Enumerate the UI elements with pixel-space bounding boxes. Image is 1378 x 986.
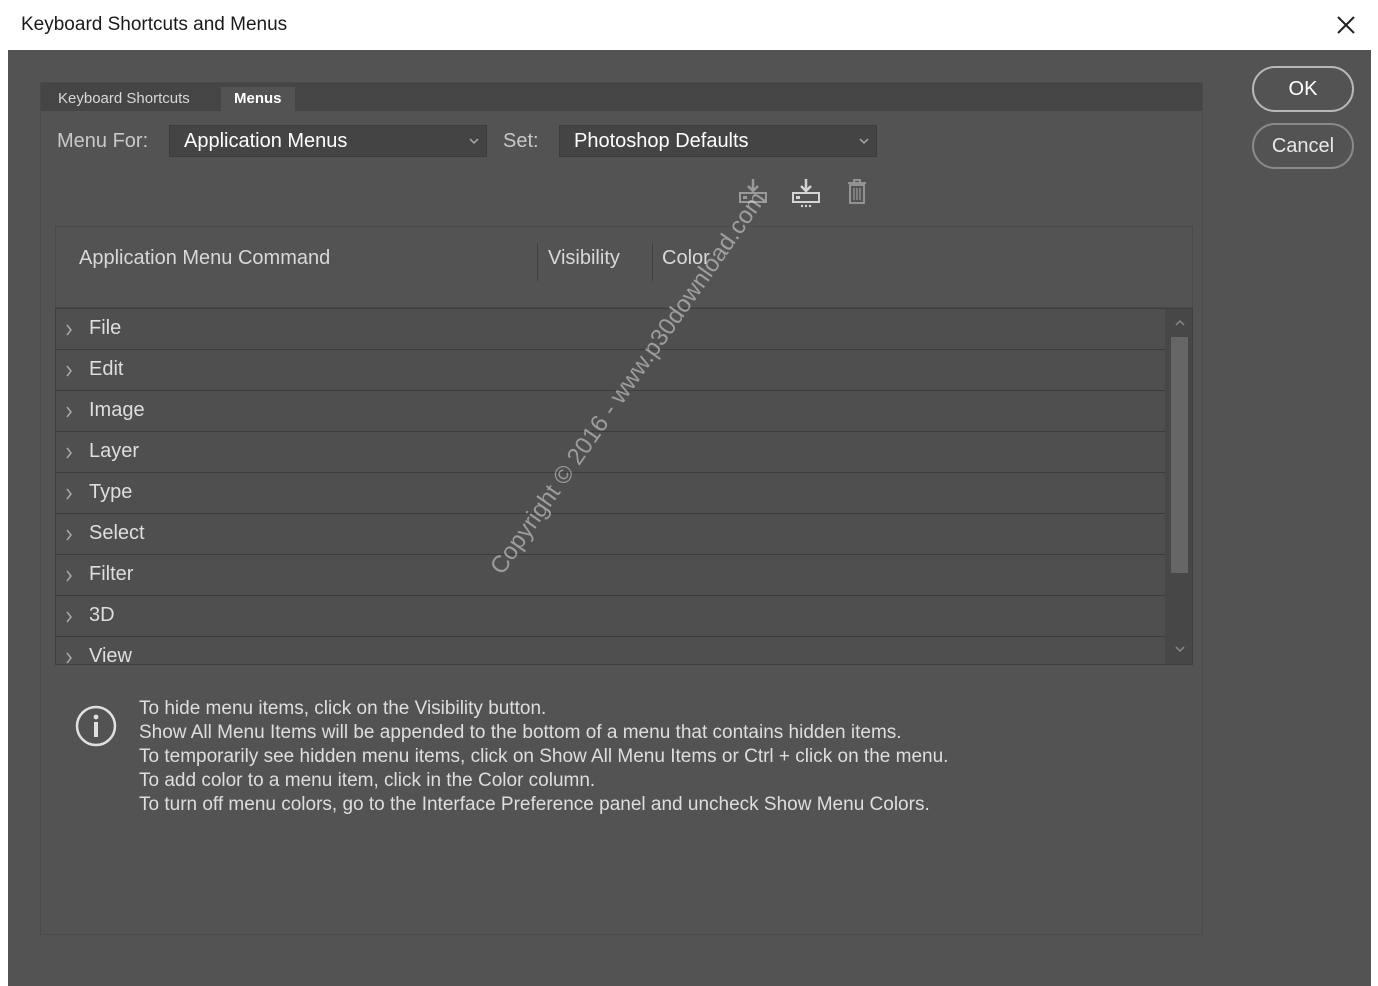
menu-row-label: File xyxy=(89,317,122,339)
close-icon xyxy=(1337,16,1355,34)
column-divider xyxy=(537,243,538,281)
close-button[interactable] xyxy=(1326,6,1366,44)
chevron-right-icon[interactable] xyxy=(64,651,74,665)
chevron-right-icon[interactable] xyxy=(64,364,74,378)
chevron-right-icon[interactable] xyxy=(64,405,74,419)
menu-for-label: Menu For: xyxy=(57,130,149,152)
menu-command-list: File Edit Image Layer Type Select Filter 3D View xyxy=(55,308,1193,665)
info-icon xyxy=(74,704,118,753)
window-title: Keyboard Shortcuts and Menus xyxy=(21,14,288,35)
menu-row-file[interactable]: File xyxy=(56,309,1165,350)
chevron-right-icon[interactable] xyxy=(64,487,74,501)
save-set-button[interactable] xyxy=(737,177,769,210)
tab-strip: Keyboard Shortcuts Menus xyxy=(41,83,1202,111)
menu-rows: File Edit Image Layer Type Select Filter 3D View xyxy=(56,309,1192,665)
scrollbar[interactable] xyxy=(1166,309,1192,664)
tab-keyboard-shortcuts[interactable]: Keyboard Shortcuts xyxy=(45,87,203,111)
info-line: To temporarily see hidden menu items, cl… xyxy=(139,746,949,767)
menu-row-label: 3D xyxy=(89,604,115,626)
chevron-down-icon xyxy=(469,138,479,145)
column-header-color[interactable]: Color xyxy=(662,247,710,270)
save-set-as-icon xyxy=(792,179,820,208)
chevron-right-icon[interactable] xyxy=(64,610,74,624)
chevron-right-icon[interactable] xyxy=(64,569,74,583)
ok-button[interactable]: OK xyxy=(1252,66,1354,112)
settings-panel: Keyboard Shortcuts Menus Menu For: Appli… xyxy=(40,82,1203,935)
menu-row-label: Filter xyxy=(89,563,134,585)
menu-row-select[interactable]: Select xyxy=(56,514,1165,555)
title-bar: Keyboard Shortcuts and Menus xyxy=(0,0,1378,50)
menu-row-type[interactable]: Type xyxy=(56,473,1165,514)
info-line: To add color to a menu item, click in th… xyxy=(139,770,596,791)
chevron-down-icon xyxy=(859,138,869,145)
chevron-up-icon xyxy=(1174,319,1185,326)
menu-row-label: Image xyxy=(89,399,145,421)
info-line: Show All Menu Items will be appended to … xyxy=(139,722,902,743)
column-header-command[interactable]: Application Menu Command xyxy=(79,247,330,270)
menu-row-image[interactable]: Image xyxy=(56,391,1165,432)
menu-row-filter[interactable]: Filter xyxy=(56,555,1165,596)
scroll-down-button[interactable] xyxy=(1166,637,1192,661)
info-line: To hide menu items, click on the Visibil… xyxy=(139,698,547,719)
menu-row-label: View xyxy=(89,645,132,665)
menu-row-label: Layer xyxy=(89,440,140,462)
menu-row-label: Type xyxy=(89,481,133,503)
cancel-button[interactable]: Cancel xyxy=(1252,123,1354,169)
save-set-as-button[interactable] xyxy=(790,177,822,214)
info-text: To hide menu items, click on the Visibil… xyxy=(139,697,948,817)
column-divider xyxy=(652,243,653,281)
save-set-icon xyxy=(739,179,767,203)
info-line: To turn off menu colors, go to the Inter… xyxy=(139,794,930,815)
tab-menus[interactable]: Menus xyxy=(221,87,295,111)
scroll-up-button[interactable] xyxy=(1166,311,1192,335)
delete-set-button[interactable] xyxy=(846,179,868,210)
menu-row-3d[interactable]: 3D xyxy=(56,596,1165,637)
menu-row-view[interactable]: View xyxy=(56,637,1165,665)
column-header-visibility[interactable]: Visibility xyxy=(548,247,620,270)
set-value: Photoshop Defaults xyxy=(574,130,749,152)
chevron-right-icon[interactable] xyxy=(64,323,74,337)
chevron-right-icon[interactable] xyxy=(64,528,74,542)
scroll-thumb[interactable] xyxy=(1171,337,1188,573)
set-dropdown[interactable]: Photoshop Defaults xyxy=(559,125,877,157)
menu-row-edit[interactable]: Edit xyxy=(56,350,1165,391)
set-label: Set: xyxy=(503,130,539,152)
dialog-body: Keyboard Shortcuts Menus Menu For: Appli… xyxy=(8,50,1371,986)
menu-row-label: Edit xyxy=(89,358,124,380)
menu-row-label: Select xyxy=(89,522,145,544)
table-header: Application Menu Command Visibility Colo… xyxy=(55,226,1193,308)
chevron-down-icon xyxy=(1174,646,1185,653)
menu-for-value: Application Menus xyxy=(184,130,348,152)
menu-for-dropdown[interactable]: Application Menus xyxy=(169,125,487,157)
menu-row-layer[interactable]: Layer xyxy=(56,432,1165,473)
trash-icon xyxy=(848,179,866,204)
chevron-right-icon[interactable] xyxy=(64,446,74,460)
